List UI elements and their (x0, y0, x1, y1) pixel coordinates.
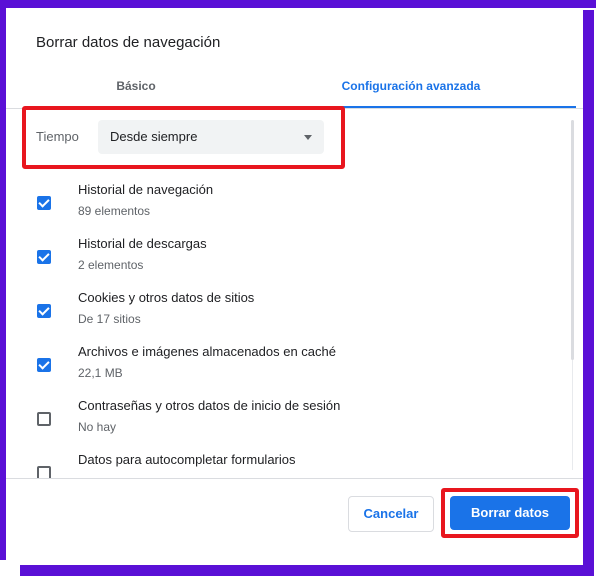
item-subtitle: 89 elementos (78, 204, 151, 218)
frame-right-edge (583, 10, 594, 576)
list-item[interactable]: Historial de descargas 2 elementos (6, 232, 566, 286)
checkbox-checked[interactable] (37, 304, 51, 318)
frame-top-edge (0, 0, 596, 8)
highlight-box-time-range (22, 106, 345, 169)
item-title: Contraseñas y otros datos de inicio de s… (78, 398, 341, 413)
item-title: Archivos e imágenes almacenados en caché (78, 344, 336, 359)
item-title: Cookies y otros datos de sitios (78, 290, 255, 305)
item-subtitle: De 17 sitios (78, 312, 141, 326)
tab-bar: Básico Configuración avanzada (6, 68, 583, 109)
item-subtitle: 22,1 MB (78, 366, 123, 380)
footer-divider (6, 478, 583, 479)
checkbox-unchecked[interactable] (37, 466, 51, 478)
dialog-title: Borrar datos de navegación (36, 34, 221, 51)
list-item[interactable]: Archivos e imágenes almacenados en caché… (6, 340, 566, 394)
data-type-list: Historial de navegación 89 elementos His… (6, 178, 583, 478)
item-title: Historial de navegación (78, 182, 214, 197)
item-subtitle: No hay (78, 420, 117, 434)
list-item[interactable]: Cookies y otros datos de sitios De 17 si… (6, 286, 566, 340)
checkbox-checked[interactable] (37, 196, 51, 210)
checkbox-unchecked[interactable] (37, 412, 51, 426)
list-item[interactable]: Contraseñas y otros datos de inicio de s… (6, 394, 566, 448)
list-item[interactable]: Datos para autocompletar formularios (6, 448, 566, 478)
checkbox-checked[interactable] (37, 358, 51, 372)
item-title: Historial de descargas (78, 236, 207, 251)
list-item[interactable]: Historial de navegación 89 elementos (6, 178, 566, 232)
cancel-button[interactable]: Cancelar (348, 496, 434, 532)
scrollbar-thumb[interactable] (571, 120, 574, 360)
checkbox-checked[interactable] (37, 250, 51, 264)
clear-browsing-data-dialog: Borrar datos de navegación Básico Config… (6, 8, 583, 565)
tab-advanced[interactable]: Configuración avanzada (246, 68, 576, 104)
frame-bottom-edge (20, 565, 594, 576)
highlight-box-clear-button (441, 488, 579, 538)
item-subtitle: 2 elementos (78, 258, 144, 272)
item-title: Datos para autocompletar formularios (78, 452, 296, 467)
tab-basic[interactable]: Básico (26, 68, 246, 104)
